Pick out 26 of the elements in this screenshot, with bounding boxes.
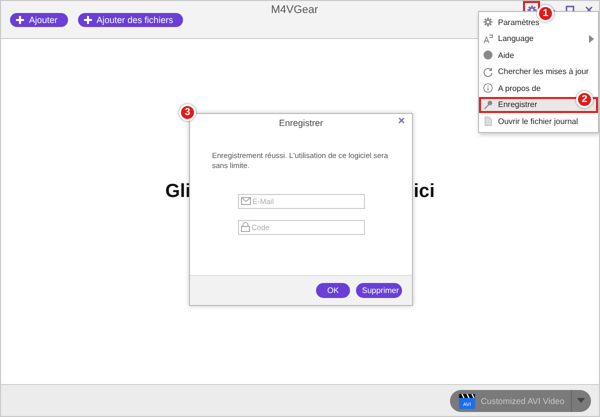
add-button[interactable]: Ajouter des fichiers (78, 12, 184, 26)
key-icon (483, 100, 493, 110)
delete-button[interactable]: Supprimer (356, 283, 402, 298)
refresh-icon (483, 66, 493, 77)
window-title: M4VGear (271, 4, 318, 16)
info-icon (483, 83, 493, 94)
menu-item[interactable]: Language (479, 30, 598, 47)
gear-icon (483, 17, 493, 28)
ok-button[interactable]: OK (316, 283, 350, 298)
menu-item[interactable]: Ouvrir le fichier journal (479, 113, 598, 130)
drop-heading: ici (414, 180, 435, 202)
menu-item[interactable]: Chercher les mises à jour (479, 64, 598, 80)
step-badge: 3 (179, 104, 196, 121)
file-icon (483, 116, 493, 126)
plus-icon (16, 16, 24, 24)
plus-icon (84, 16, 92, 24)
submenu-arrow-icon (589, 34, 594, 43)
language-icon (483, 34, 493, 44)
drop-heading: Gli (165, 180, 191, 202)
add-button[interactable]: Ajouter (10, 12, 68, 26)
lock-icon (240, 222, 250, 232)
menu-item[interactable]: Aide (479, 47, 598, 64)
dialog-title: Enregistrer (278, 118, 323, 128)
close-icon[interactable] (398, 117, 405, 124)
caret-icon (577, 398, 586, 403)
envelope-icon (240, 197, 250, 205)
